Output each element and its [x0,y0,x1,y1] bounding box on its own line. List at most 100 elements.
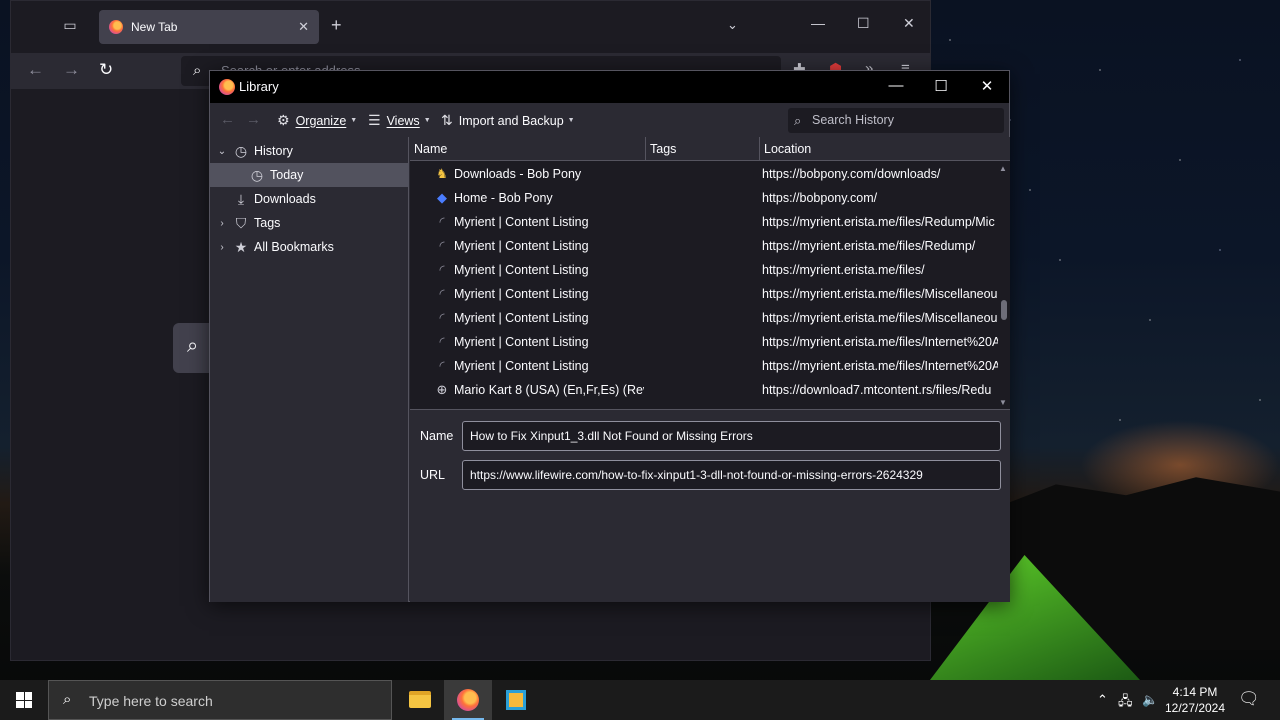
minimize-icon[interactable]: — [873,77,919,94]
table-row[interactable]: ◜ Myrient | Content Listing https://myri… [410,306,1000,330]
column-header-location[interactable]: Location [760,137,1010,161]
views-label: Views [386,113,420,128]
views-menu[interactable]: ☰ Views ▼ [368,112,431,129]
table-row[interactable]: ◜ Myrient | Content Listing https://myri… [410,210,1000,234]
tab-new-tab[interactable]: New Tab ✕ [99,10,319,44]
taskbar: ⌕ Type here to search ⌃ 🖧 🔈 4:14 PM 12/2… [0,680,1280,720]
scroll-up-icon[interactable]: ▲ [999,164,1007,173]
row-name: Myrient | Content Listing [454,215,589,229]
gear-icon: ⚙ [277,112,290,128]
close-icon[interactable]: ✕ [964,77,1010,95]
loading-icon: ◜ [439,334,445,349]
table-row[interactable]: ◜ Myrient | Content Listing https://myri… [410,258,1000,282]
table-row[interactable]: ◆ Home - Bob Pony https://bobpony.com/ [410,186,1000,210]
row-location: https://bobpony.com/ [762,191,878,205]
chevron-down-icon[interactable]: ⌄ [216,146,228,157]
volume-muted-icon[interactable]: 🔈 [1142,692,1158,708]
url-field[interactable]: https://www.lifewire.com/how-to-fix-xinp… [462,460,1001,490]
clock-icon: ◷ [250,166,264,183]
show-hidden-icons-icon[interactable]: ⌃ [1097,692,1108,708]
star-icon: ★ [234,238,248,255]
maximize-icon[interactable]: ☐ [918,77,964,95]
close-window-icon[interactable]: ✕ [903,15,915,32]
tab-manager-icon[interactable]: ▭ [61,17,79,35]
minimize-icon[interactable]: — [811,15,825,31]
sidebar-item-history[interactable]: ⌄ ◷ History [210,139,409,163]
chevron-right-icon[interactable]: › [216,218,228,229]
sidebar-item-tags[interactable]: › ⛉ Tags [210,211,409,235]
loading-icon: ◜ [439,238,445,253]
table-row[interactable]: ◜ Myrient | Content Listing https://myri… [410,234,1000,258]
import-backup-label: Import and Backup [458,113,564,128]
notification-center-icon[interactable]: 🗨 [1238,689,1260,709]
column-header-tags[interactable]: Tags [646,137,760,161]
network-icon[interactable]: 🖧 [1118,692,1133,714]
table-row[interactable]: ⊕ Mario Kart 8 (USA) (En,Fr,Es) (Rev ...… [410,378,1000,402]
tab-bar: ▭ New Tab ✕ + ⌄ — ☐ ✕ [11,1,930,53]
sidebar-item-label: History [254,144,293,158]
row-name: Myrient | Content Listing [454,359,589,373]
maximize-icon[interactable]: ☐ [857,15,870,32]
back-icon[interactable]: ← [220,111,235,128]
sidebar-item-today[interactable]: ◷ Today [210,163,409,187]
row-location: https://myrient.erista.me/files/Redump/M… [762,215,995,229]
row-name: Mario Kart 8 (USA) (En,Fr,Es) (Rev ... [454,383,644,397]
firefox-logo-icon [219,79,235,95]
bobpony-home-icon: ◆ [437,190,447,205]
library-sidebar: ⌄ ◷ History ◷ Today ⤓ Downloads › ⛉ Tags… [210,137,409,602]
taskbar-search-box[interactable]: ⌕ Type here to search [48,680,392,720]
back-button[interactable]: ← [27,60,44,80]
new-tab-button[interactable]: + [331,15,342,36]
dropdown-arrow-icon: ▼ [350,117,358,124]
import-backup-menu[interactable]: ⇅ Import and Backup ▼ [441,112,575,129]
table-row[interactable]: ♞ Downloads - Bob Pony https://bobpony.c… [410,162,1000,186]
taskbar-search-placeholder: Type here to search [89,693,213,709]
file-explorer-button[interactable] [396,680,444,720]
table-row[interactable]: ◜ Myrient | Content Listing https://myri… [410,354,1000,378]
reload-button[interactable]: ↻ [99,60,113,80]
chevron-right-icon[interactable]: › [216,242,228,253]
list-icon: ☰ [368,112,381,128]
clock-time: 4:14 PM [1172,685,1218,699]
globe-icon: ⊕ [436,382,448,397]
loading-icon: ◜ [439,286,445,301]
library-window: Library — ☐ ✕ ← → ⚙ Organize ▼ ☰ Views ▼… [209,70,1010,602]
sidebar-item-downloads[interactable]: ⤓ Downloads [210,187,409,211]
system-clock[interactable]: 4:14 PM 12/27/2024 [1163,684,1227,716]
close-tab-icon[interactable]: ✕ [298,19,309,35]
table-row[interactable]: ◜ Myrient | Content Listing https://myri… [410,282,1000,306]
row-name: Home - Bob Pony [454,191,553,205]
import-export-icon: ⇅ [441,112,453,128]
scroll-down-icon[interactable]: ▼ [999,398,1007,407]
name-field[interactable]: How to Fix Xinput1_3.dll Not Found or Mi… [462,421,1001,451]
table-scrollbar[interactable]: ▲ ▼ [998,162,1010,409]
url-label: URL [420,468,446,482]
organize-menu[interactable]: ⚙ Organize ▼ [277,112,357,129]
row-name: Myrient | Content Listing [454,335,589,349]
clock-icon: ◷ [234,142,248,159]
folder-icon [409,691,431,708]
row-location: https://myrient.erista.me/files/ [762,263,925,277]
row-name: Myrient | Content Listing [454,239,589,253]
sidebar-item-all-bookmarks[interactable]: › ★ All Bookmarks [210,235,409,259]
firefox-logo-icon [457,689,479,711]
search-icon: ⌕ [63,691,72,708]
name-label: Name [420,429,454,443]
loading-icon: ◜ [439,310,445,325]
start-button[interactable] [0,680,48,720]
loading-icon: ◜ [439,262,445,277]
windows-logo-icon [16,692,32,708]
forward-button[interactable]: → [63,60,80,80]
scroll-thumb[interactable] [1001,300,1007,320]
firefox-taskbar-button[interactable] [444,680,492,720]
row-location: https://myrient.erista.me/files/Internet… [762,359,998,373]
search-history-input[interactable]: ⌕ Search History [788,108,1004,133]
list-all-tabs-icon[interactable]: ⌄ [727,17,738,33]
library-toolbar: ← → ⚙ Organize ▼ ☰ Views ▼ ⇅ Import and … [210,103,1009,137]
virtualbox-taskbar-button[interactable] [492,680,540,720]
forward-icon[interactable]: → [246,111,261,128]
column-header-name[interactable]: Name [410,137,646,161]
table-row[interactable]: ◜ Myrient | Content Listing https://myri… [410,330,1000,354]
loading-icon: ◜ [439,214,445,229]
row-location: https://download7.mtcontent.rs/files/Red… [762,383,992,397]
